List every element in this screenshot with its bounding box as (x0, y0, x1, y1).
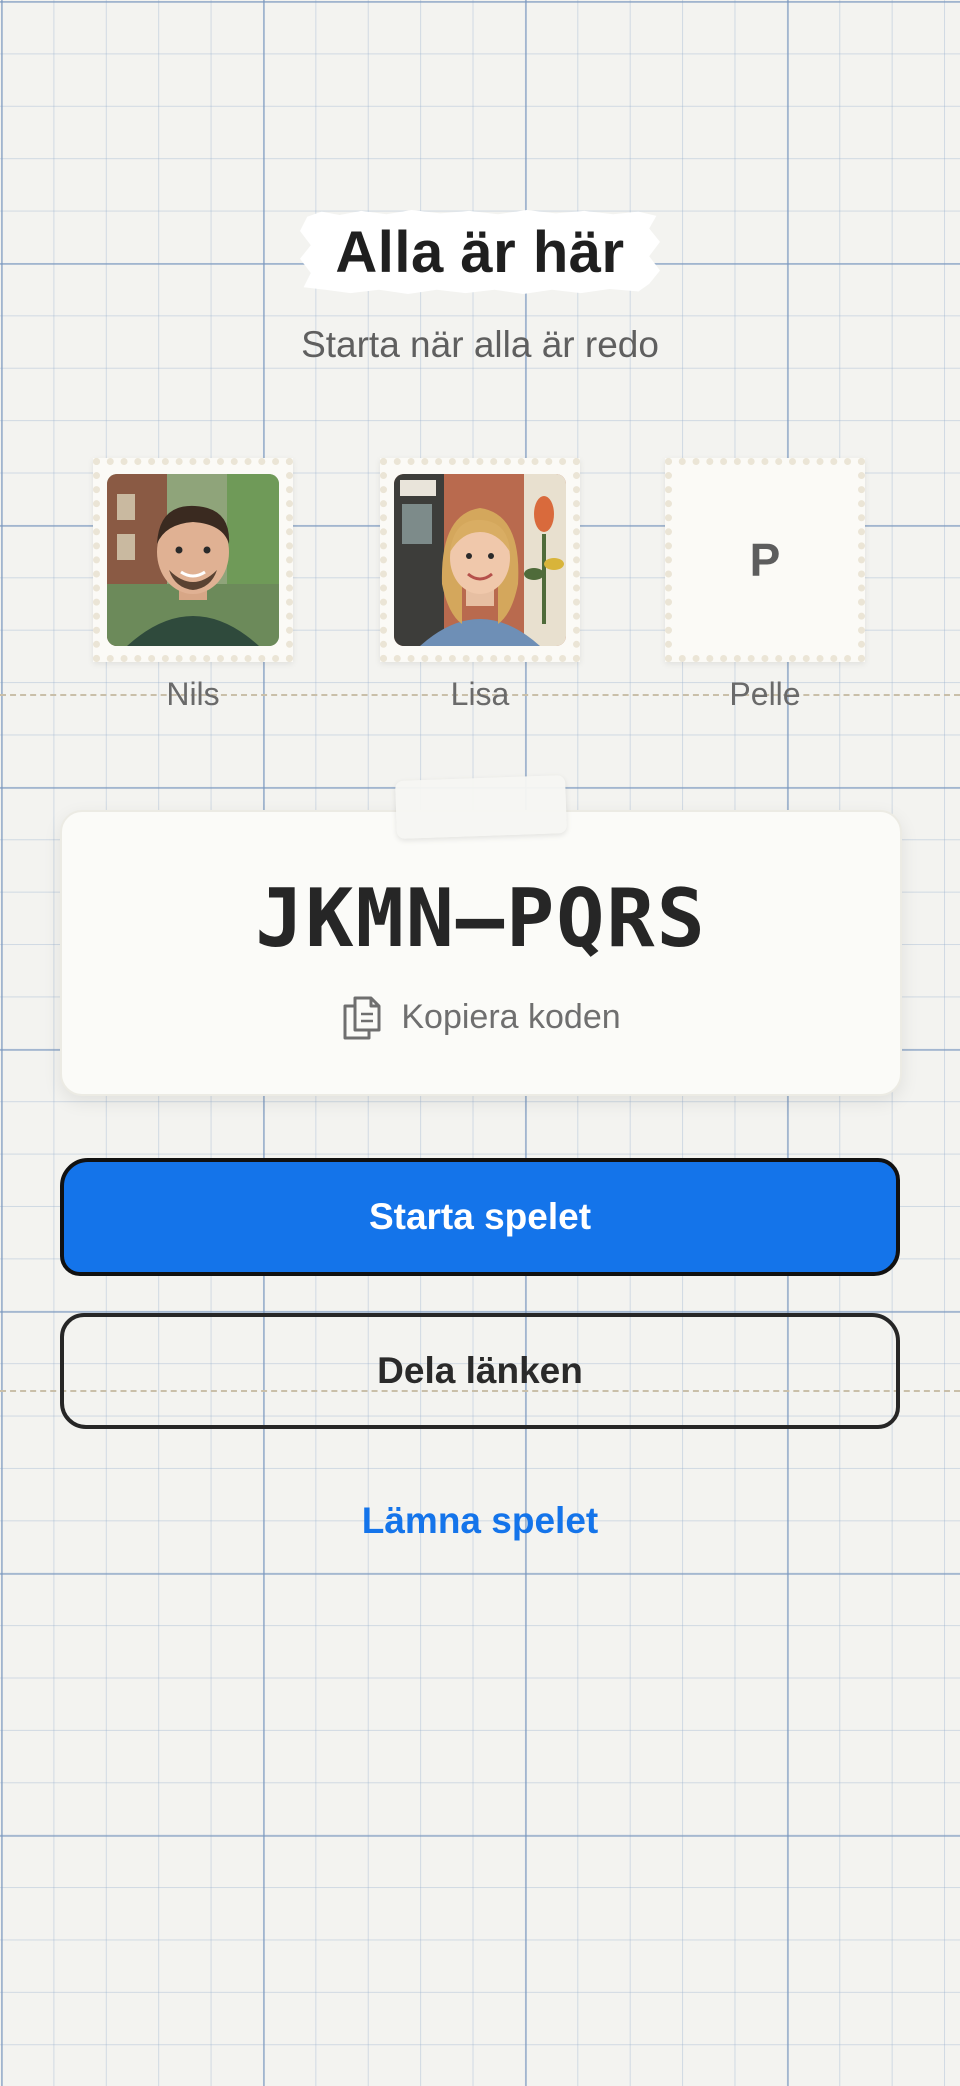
avatar (394, 474, 566, 646)
player-name: Lisa (450, 676, 510, 712)
avatar-initial: P (679, 474, 851, 646)
copy-icon (343, 996, 381, 1040)
player-name: Nils (166, 676, 220, 712)
player-card-lisa: Lisa (375, 458, 585, 713)
player-stamp-frame: P (665, 458, 865, 662)
avatar-photo-lisa (394, 474, 566, 646)
player-stamp-frame (93, 458, 293, 662)
page-subtitle: Starta när alla är redo (301, 324, 659, 365)
player-card-pelle: P Pelle (660, 458, 870, 713)
avatar-initial-letter: P (749, 534, 781, 586)
start-game-button[interactable]: Starta spelet (60, 1158, 900, 1276)
tape-strip (395, 775, 567, 839)
game-code-card: JKMN–PQRS Kopiera koden (60, 810, 902, 1096)
avatar (107, 474, 279, 646)
copy-code-label: Kopiera koden (401, 997, 621, 1036)
player-name: Pelle (729, 676, 801, 712)
avatar-photo-nils (107, 474, 279, 646)
title-container: Alla är här (300, 210, 660, 294)
share-link-button[interactable]: Dela länken (60, 1313, 900, 1429)
game-code: JKMN–PQRS (255, 872, 707, 965)
player-stamp-frame (380, 458, 580, 662)
copy-code-button[interactable]: Kopiera koden (62, 994, 900, 1040)
leave-game-link[interactable]: Lämna spelet (0, 1500, 960, 1542)
page-title: Alla är här (335, 219, 625, 285)
player-card-nils: Nils (88, 458, 298, 713)
